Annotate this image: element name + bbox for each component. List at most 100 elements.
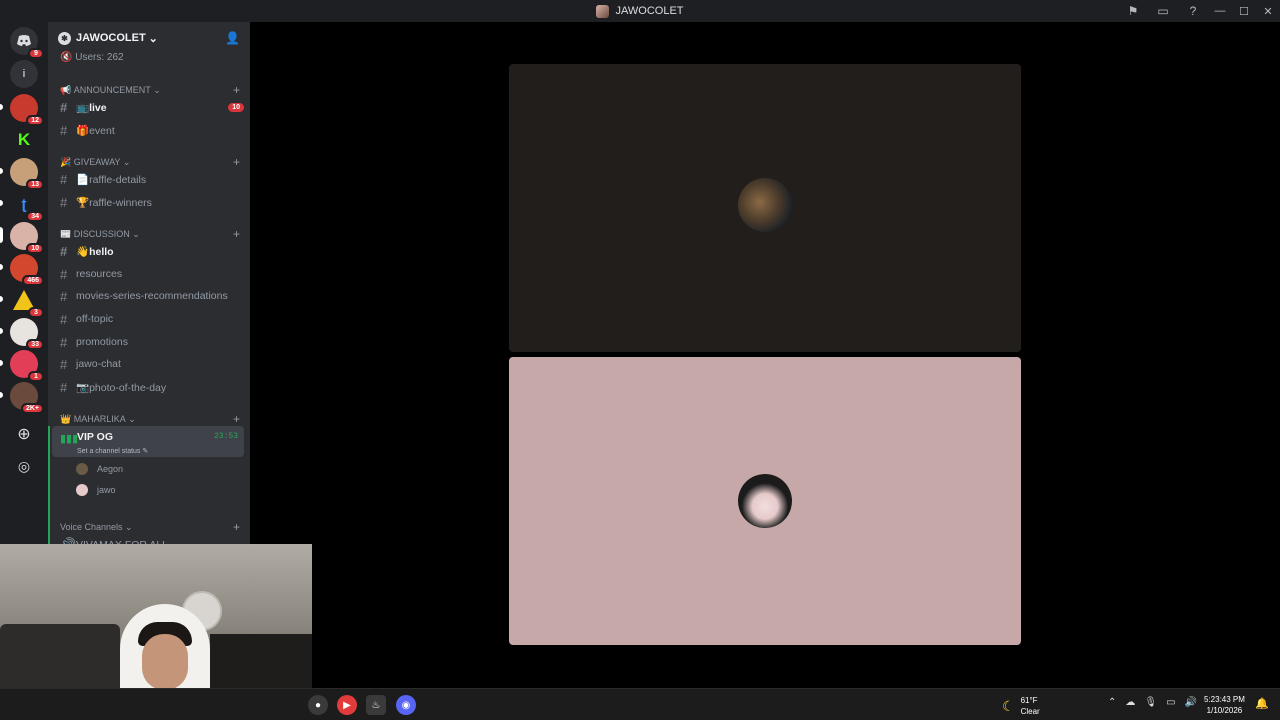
set-channel-status[interactable]: Set a channel status ✎ [77, 447, 148, 455]
channel-off-topic[interactable]: # off-topic [56, 309, 244, 329]
channel-raffle-winners[interactable]: # 🏆raffle-winners [56, 192, 244, 212]
network-icon[interactable]: ▭ [1166, 697, 1175, 708]
selected-indicator [0, 227, 3, 243]
kick-server-icon[interactable]: K [10, 126, 38, 154]
hash-icon: # [60, 243, 68, 259]
channel-movies-series-recommendations[interactable]: # movies-series-recommendations [56, 286, 244, 306]
weather-widget[interactable]: ☾ 61°F Clear [1002, 695, 1040, 717]
unread-indicator [0, 360, 3, 366]
mention-badge: 10 [228, 102, 244, 112]
server-folder-icon[interactable]: 2K+ [10, 382, 44, 414]
server-header[interactable]: ✱ JAWOCOLET ⌄ 👤 [48, 22, 250, 54]
obs-icon[interactable]: ● [308, 695, 328, 715]
discover-compass-icon[interactable]: ◎ [10, 452, 38, 480]
webcam-person [142, 634, 188, 690]
hash-icon: # [60, 356, 68, 372]
voice-channel-vip-og[interactable]: ▮▮▮ VIP OG Set a channel status ✎ 23:53 [52, 426, 244, 457]
category-emoji-icon: 🎉 [60, 156, 72, 167]
chevron-up-icon[interactable]: ⌃ [1108, 697, 1116, 708]
onedrive-icon[interactable]: ☁ [1125, 697, 1135, 708]
channel-event[interactable]: # 🎁event [56, 120, 244, 140]
unread-indicator [0, 328, 3, 334]
unread-indicator [0, 168, 3, 174]
create-channel-plus-icon[interactable]: + [233, 412, 240, 426]
window-title: JAWOCOLET [596, 4, 684, 18]
avatar [738, 474, 792, 528]
participant-tile-aegon[interactable] [509, 64, 1021, 352]
direct-messages-button[interactable]: 9 [10, 27, 44, 59]
connected-voice-indicator [48, 426, 50, 554]
hash-icon: # [60, 266, 68, 282]
hash-icon: # [60, 122, 68, 138]
category-emoji-icon: 📰 [60, 228, 72, 239]
steam-icon[interactable]: ♨ [366, 695, 386, 715]
channel-promotions[interactable]: # promotions [56, 332, 244, 352]
notification-icon[interactable]: 🔔 [1255, 697, 1269, 710]
server-icon[interactable]: 13 [10, 158, 44, 190]
channel-hello[interactable]: # 👋hello [56, 241, 244, 261]
channel-live[interactable]: # 📺live 10 [56, 97, 244, 117]
category-maharlika[interactable]: 👑 MAHARLIKA ⌄ + [60, 412, 240, 426]
invite-people-icon[interactable]: 👤 [225, 31, 240, 45]
discord-icon[interactable]: ◉ [396, 695, 416, 715]
participant-tile-jawo[interactable] [509, 357, 1021, 645]
channel-photo-of-the-day[interactable]: # 📷photo-of-the-day [56, 377, 244, 397]
create-channel-plus-icon[interactable]: + [233, 227, 240, 241]
youtube-music-icon[interactable]: ▶ [337, 695, 357, 715]
category-emoji-icon: 👑 [60, 413, 72, 424]
voice-user[interactable]: Aegon [76, 460, 123, 478]
hash-icon: # [60, 288, 68, 304]
server-icon[interactable]: 466 [10, 254, 44, 286]
voice-activity-icon: ▮▮▮ [60, 433, 79, 445]
unread-indicator [0, 264, 3, 270]
help-icon[interactable]: ? [1178, 0, 1208, 22]
voice-user[interactable]: jawo [76, 481, 116, 499]
microphone-icon[interactable]: 🎙 [1144, 697, 1157, 708]
server-guide-icon: ✱ [58, 31, 71, 45]
create-channel-plus-icon[interactable]: + [233, 83, 240, 97]
volume-icon[interactable]: 🔊 [1185, 697, 1197, 708]
title-bar-controls: ⚑ ▭ ? — ☐ ✕ [1118, 0, 1280, 22]
maximize-button[interactable]: ☐ [1232, 0, 1256, 22]
inbox-icon[interactable]: ▭ [1148, 0, 1178, 22]
voice-timer: 23:53 [213, 432, 238, 441]
hash-icon: # [60, 311, 68, 327]
category-announcement[interactable]: 📢 ANNOUNCEMENT ⌄ + [60, 83, 240, 97]
minimize-button[interactable]: — [1208, 0, 1232, 22]
avatar [76, 463, 88, 475]
hash-icon: # [60, 99, 68, 115]
category-voice-channels[interactable]: Voice Channels ⌄ + [60, 520, 240, 534]
unread-indicator [0, 200, 3, 206]
inbox-flag-icon[interactable]: ⚑ [1118, 0, 1148, 22]
create-channel-plus-icon[interactable]: + [233, 155, 240, 169]
category-discussion[interactable]: 📰 DISCUSSION ⌄ + [60, 227, 240, 241]
server-i[interactable]: i [10, 60, 38, 88]
category-emoji-icon: 📢 [60, 84, 72, 95]
discord-logo-icon [17, 35, 31, 46]
server-icon[interactable]: 1 [10, 350, 44, 382]
add-server-plus-icon[interactable]: ⊕ [10, 420, 38, 448]
channel-resources[interactable]: # resources [56, 264, 244, 284]
create-channel-plus-icon[interactable]: + [233, 520, 240, 534]
avatar [76, 484, 88, 496]
channel-raffle-details[interactable]: # 📄raffle-details [56, 169, 244, 189]
close-button[interactable]: ✕ [1256, 0, 1280, 22]
unread-indicator [0, 104, 3, 110]
channel-jawo-chat[interactable]: # jawo-chat [56, 354, 244, 374]
server-icon[interactable]: 33 [10, 318, 44, 350]
users-count: 🔇 Users: 262 [60, 52, 124, 63]
title-bar: JAWOCOLET ⚑ ▭ ? — ☐ ✕ [0, 0, 1280, 22]
windows-taskbar: ● ▶ ♨ ◉ ☾ 61°F Clear ⌃ ☁ 🎙 ▭ 🔊 5:23:43 P… [0, 688, 1280, 720]
server-icon-active[interactable]: 10 [10, 222, 44, 254]
server-icon[interactable]: 12 [10, 94, 44, 126]
unread-indicator [0, 296, 3, 302]
server-icon[interactable]: ʈ 34 [10, 190, 44, 222]
avatar [738, 178, 792, 232]
server-icon[interactable]: 3 [10, 286, 44, 318]
category-giveaway[interactable]: 🎉 GIVEAWAY ⌄ + [60, 155, 240, 169]
unread-indicator [0, 392, 3, 398]
hash-icon: # [60, 194, 68, 210]
taskbar-clock[interactable]: 5:23:43 PM 1/10/2026 [1204, 694, 1245, 716]
unread-badge: 9 [28, 48, 44, 59]
moon-icon: ☾ [1002, 697, 1015, 714]
